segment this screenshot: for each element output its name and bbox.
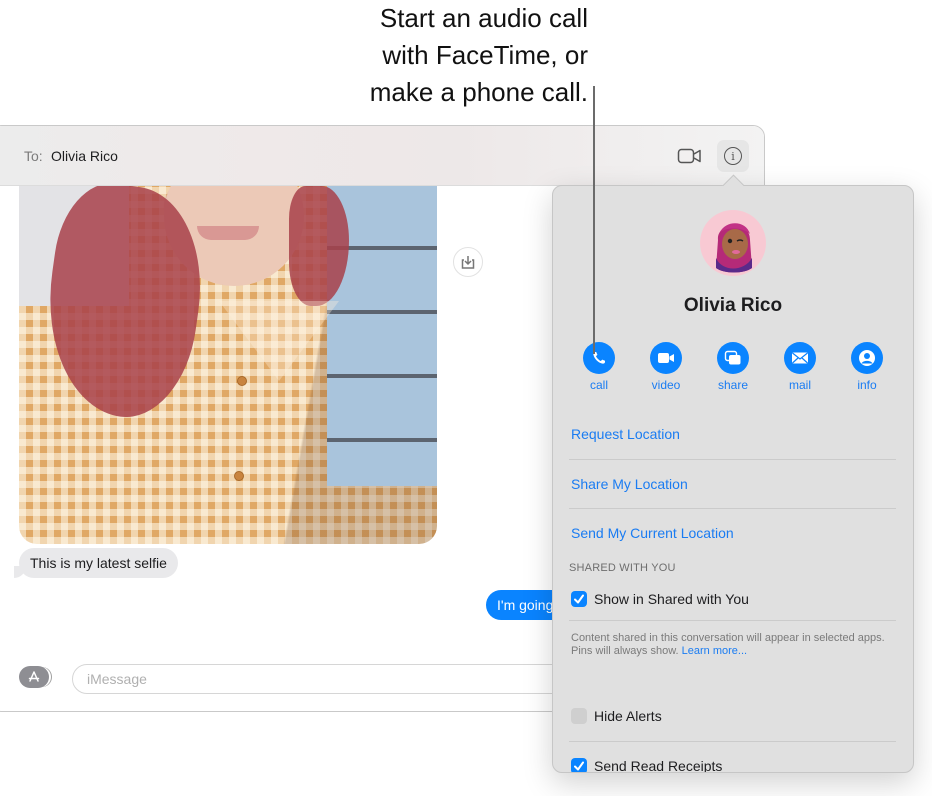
recipient-name[interactable]: Olivia Rico [51, 148, 118, 164]
apps-button[interactable] [19, 666, 49, 688]
hide-alerts-checkbox-row[interactable]: Hide Alerts [571, 708, 662, 724]
share-screen-icon [724, 350, 741, 365]
checkmark-icon [574, 761, 584, 771]
send-read-receipts-label: Send Read Receipts [594, 758, 723, 773]
video-action-button[interactable]: video [636, 342, 696, 392]
call-action-button[interactable]: call [569, 342, 629, 392]
share-action-label: share [717, 378, 749, 392]
divider [569, 620, 896, 621]
divider [569, 508, 896, 509]
callout-line-2: with FaceTime, or [382, 40, 588, 70]
divider [569, 741, 896, 742]
info-icon: i [724, 147, 742, 165]
video-camera-icon [677, 148, 701, 164]
show-in-shared-checkbox-row[interactable]: Show in Shared with You [571, 591, 749, 607]
send-read-receipts-checkbox-row[interactable]: Send Read Receipts [571, 758, 723, 773]
hide-alerts-checkbox[interactable] [571, 708, 587, 724]
app-store-icon [28, 671, 40, 682]
contact-avatar [700, 210, 766, 276]
callout-pointer-line [593, 86, 595, 354]
facetime-video-button[interactable] [677, 146, 703, 166]
info-action-label: info [857, 378, 877, 392]
details-info-button[interactable]: i [717, 140, 749, 172]
callout-line-1: Start an audio call [379, 3, 588, 33]
details-popover: Olivia Rico call video share mail info R… [552, 185, 914, 773]
share-my-location-link[interactable]: Share My Location [571, 476, 688, 492]
save-download-icon [461, 256, 475, 269]
share-action-button[interactable]: share [703, 342, 763, 392]
popover-arrow [722, 172, 744, 186]
video-icon [658, 353, 674, 363]
callout-annotation: Start an audio call with FaceTime, or ma… [320, 0, 588, 111]
show-in-shared-checkbox[interactable] [571, 591, 587, 607]
to-label: To: [24, 148, 43, 164]
shared-with-you-note: Content shared in this conversation will… [571, 632, 901, 658]
contact-name: Olivia Rico [683, 295, 783, 316]
show-in-shared-label: Show in Shared with You [594, 591, 749, 607]
send-read-receipts-checkbox[interactable] [571, 758, 587, 772]
divider [569, 459, 896, 460]
save-photo-button[interactable] [453, 247, 483, 277]
video-action-label: video [651, 378, 681, 392]
send-current-location-link[interactable]: Send My Current Location [571, 525, 734, 541]
checkmark-icon [574, 594, 584, 604]
conversation-header: To: Olivia Rico i [0, 126, 764, 186]
callout-line-3: make a phone call. [369, 77, 588, 107]
mail-icon [792, 352, 808, 364]
call-action-label: call [589, 378, 608, 392]
person-icon [859, 350, 875, 366]
memoji-avatar-icon [716, 223, 752, 273]
info-action-button[interactable]: info [837, 342, 897, 392]
learn-more-link[interactable]: Learn more... [682, 645, 747, 657]
shared-with-you-header: SHARED WITH YOU [569, 562, 676, 574]
hide-alerts-label: Hide Alerts [594, 708, 662, 724]
selfie-photo[interactable] [19, 186, 437, 544]
mail-action-button[interactable]: mail [770, 342, 830, 392]
contact-actions: call video share mail info [563, 342, 903, 392]
mail-action-label: mail [788, 378, 811, 392]
incoming-message-bubble: This is my latest selfie [14, 548, 178, 578]
request-location-link[interactable]: Request Location [571, 426, 680, 442]
